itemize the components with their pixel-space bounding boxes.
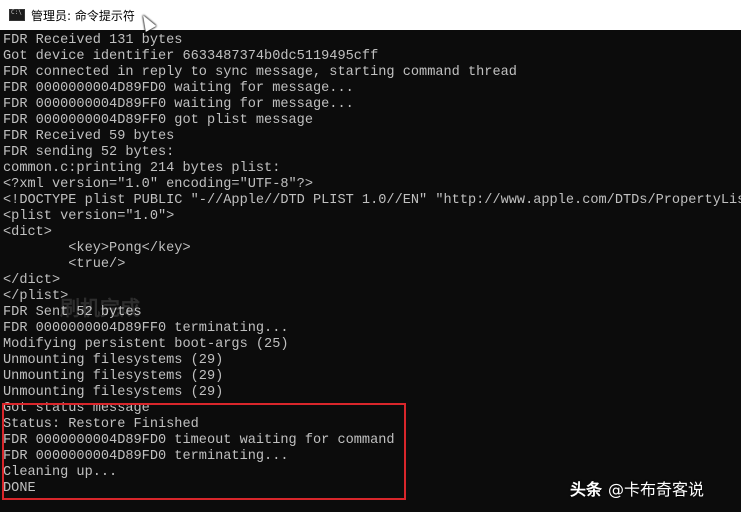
console-line: <dict> bbox=[3, 225, 52, 240]
console-line: FDR 0000000004D89FD0 waiting for message… bbox=[3, 81, 354, 96]
console-line: Status: Restore Finished bbox=[3, 417, 199, 432]
console-output[interactable]: FDR Received 131 bytes Got device identif… bbox=[3, 33, 741, 512]
console-line: FDR 0000000004D89FD0 timeout waiting for… bbox=[3, 433, 395, 448]
console-line: FDR 0000000004D89FD0 terminating... bbox=[3, 449, 289, 464]
console-line: <!DOCTYPE plist PUBLIC "-//Apple//DTD PL… bbox=[3, 193, 741, 208]
console-line: FDR 0000000004D89FF0 terminating... bbox=[3, 321, 289, 336]
console-line: Unmounting filesystems (29) bbox=[3, 353, 224, 368]
console-line: Unmounting filesystems (29) bbox=[3, 369, 224, 384]
console-line: <true/> bbox=[3, 257, 126, 272]
console-line: FDR sending 52 bytes: bbox=[3, 145, 175, 160]
console-line: common.c:printing 214 bytes plist: bbox=[3, 161, 281, 176]
title-bar[interactable]: 管理员: 命令提示符 bbox=[0, 0, 741, 30]
watermark-brand: 头条 bbox=[570, 480, 603, 499]
console-line: <?xml version="1.0" encoding="UTF-8"?> bbox=[3, 177, 313, 192]
console-line: FDR Received 131 bytes bbox=[3, 33, 183, 48]
console-line: FDR 0000000004D89FF0 waiting for message… bbox=[3, 97, 354, 112]
command-prompt-window: 管理员: 命令提示符 FDR Received 131 bytesGot dev… bbox=[0, 0, 741, 512]
cmd-icon bbox=[9, 9, 25, 21]
console-line: Unmounting filesystems (29) bbox=[3, 385, 224, 400]
console-line: Got status message bbox=[3, 401, 150, 416]
console-line: Modifying persistent boot-args (25) bbox=[3, 337, 289, 352]
console-line: FDR Sent 52 bytes bbox=[3, 305, 142, 320]
watermark-handle: @卡布奇客说 bbox=[608, 480, 705, 499]
console-line: Got device identifier 6633487374b0dc5119… bbox=[3, 49, 379, 64]
console-line: <plist version="1.0"> bbox=[3, 209, 175, 224]
console-line: <key>Pong</key> bbox=[3, 241, 191, 256]
console-line: FDR 0000000004D89FF0 got plist message bbox=[3, 113, 313, 128]
window-title: 管理员: 命令提示符 bbox=[31, 8, 135, 23]
console-line: </plist> bbox=[3, 289, 69, 304]
console-line: </dict> bbox=[3, 273, 61, 288]
console-line: FDR connected in reply to sync message, … bbox=[3, 65, 517, 80]
watermark: 头条 @卡布奇客说 bbox=[570, 476, 704, 500]
console-line: FDR Received 59 bytes bbox=[3, 129, 175, 144]
